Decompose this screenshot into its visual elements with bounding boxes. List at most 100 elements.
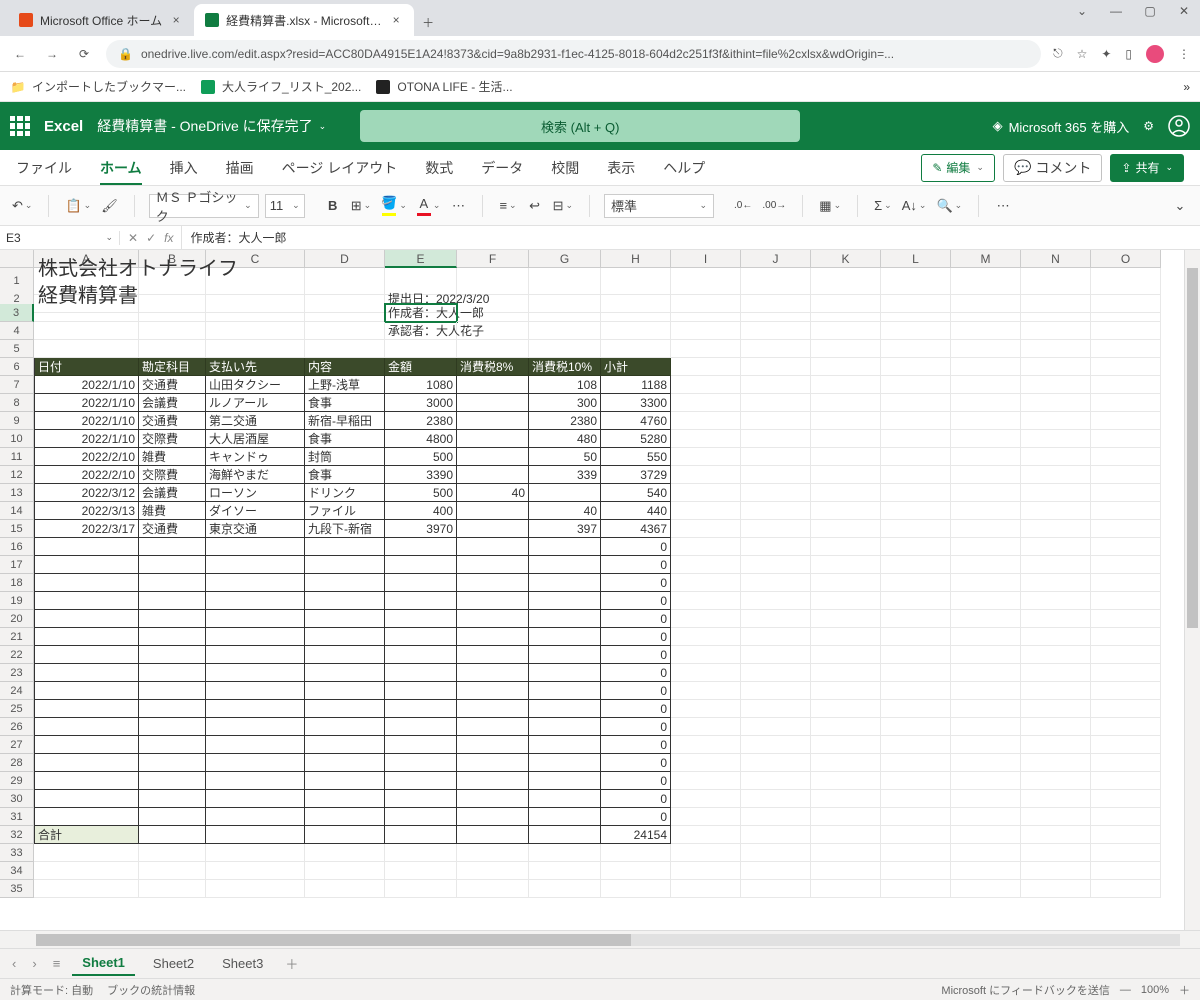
cell[interactable]: [457, 322, 529, 340]
table-cell[interactable]: [1021, 592, 1091, 610]
table-cell[interactable]: [206, 538, 305, 556]
table-cell[interactable]: [457, 826, 529, 844]
ribbon-tab-view[interactable]: 表示: [607, 150, 635, 185]
table-cell[interactable]: [457, 718, 529, 736]
table-cell[interactable]: [671, 574, 741, 592]
table-cell[interactable]: [811, 574, 881, 592]
table-cell[interactable]: [671, 628, 741, 646]
table-cell[interactable]: [385, 754, 457, 772]
table-header[interactable]: 内容: [305, 358, 385, 376]
table-cell[interactable]: [811, 664, 881, 682]
table-cell[interactable]: [529, 718, 601, 736]
table-cell[interactable]: 2022/1/10: [34, 376, 139, 394]
table-cell[interactable]: [811, 736, 881, 754]
cell[interactable]: [385, 880, 457, 898]
cell[interactable]: [671, 304, 741, 322]
table-cell[interactable]: [951, 466, 1021, 484]
table-cell[interactable]: [671, 736, 741, 754]
table-cell[interactable]: [529, 736, 601, 754]
sheet-tab[interactable]: Sheet1: [72, 951, 135, 976]
row-header[interactable]: 34: [0, 862, 34, 880]
table-cell[interactable]: [741, 484, 811, 502]
column-header[interactable]: N: [1021, 250, 1091, 268]
table-cell[interactable]: [529, 826, 601, 844]
column-header[interactable]: C: [206, 250, 305, 268]
table-cell[interactable]: 2022/3/12: [34, 484, 139, 502]
table-cell[interactable]: [1021, 412, 1091, 430]
table-cell[interactable]: [881, 808, 951, 826]
table-cell[interactable]: [881, 412, 951, 430]
table-cell[interactable]: [1021, 826, 1091, 844]
cell[interactable]: [741, 880, 811, 898]
table-cell[interactable]: [385, 538, 457, 556]
table-cell[interactable]: 0: [601, 736, 671, 754]
table-cell[interactable]: 食事: [305, 430, 385, 448]
bookmark-item[interactable]: OTONA LIFE - 生活...: [375, 78, 512, 95]
table-header[interactable]: [951, 358, 1021, 376]
table-cell[interactable]: [1091, 556, 1161, 574]
table-cell[interactable]: [305, 754, 385, 772]
decrease-decimal-button[interactable]: .0←: [732, 194, 754, 218]
table-cell[interactable]: [457, 376, 529, 394]
cell[interactable]: [671, 844, 741, 862]
table-cell[interactable]: [305, 682, 385, 700]
table-cell[interactable]: 0: [601, 808, 671, 826]
cell[interactable]: [601, 304, 671, 322]
table-cell[interactable]: [671, 682, 741, 700]
table-cell[interactable]: [741, 628, 811, 646]
table-cell[interactable]: [305, 592, 385, 610]
table-cell[interactable]: 0: [601, 646, 671, 664]
table-cell[interactable]: 上野-浅草: [305, 376, 385, 394]
cell[interactable]: [1091, 340, 1161, 358]
table-cell[interactable]: [951, 628, 1021, 646]
table-cell[interactable]: [671, 592, 741, 610]
table-cell[interactable]: [206, 682, 305, 700]
name-box[interactable]: E3⌄: [0, 231, 120, 245]
back-icon[interactable]: ←: [10, 47, 30, 61]
table-cell[interactable]: [741, 700, 811, 718]
table-cell[interactable]: [34, 610, 139, 628]
table-cell[interactable]: [811, 754, 881, 772]
undo-button[interactable]: ↶⌄: [10, 194, 34, 218]
table-cell[interactable]: 0: [601, 556, 671, 574]
column-header[interactable]: E: [385, 250, 457, 268]
bookmarks-overflow[interactable]: »: [1183, 80, 1190, 94]
table-cell[interactable]: [305, 808, 385, 826]
table-cell[interactable]: [1021, 682, 1091, 700]
premium-button[interactable]: ◈Microsoft 365 を購入: [993, 117, 1130, 136]
table-cell[interactable]: ファイル: [305, 502, 385, 520]
table-cell[interactable]: [457, 502, 529, 520]
table-cell[interactable]: [305, 736, 385, 754]
table-cell[interactable]: [811, 484, 881, 502]
table-cell[interactable]: [305, 646, 385, 664]
cell[interactable]: [529, 880, 601, 898]
table-header[interactable]: 小計: [601, 358, 671, 376]
cell[interactable]: [951, 304, 1021, 322]
confirm-icon[interactable]: ✓: [146, 231, 156, 245]
share-icon[interactable]: ⎋: [1053, 46, 1063, 61]
table-cell[interactable]: [811, 808, 881, 826]
sheet-tab[interactable]: Sheet3: [212, 952, 273, 975]
table-cell[interactable]: [206, 628, 305, 646]
table-cell[interactable]: [139, 646, 206, 664]
table-cell[interactable]: [1091, 610, 1161, 628]
table-cell[interactable]: [741, 394, 811, 412]
table-cell[interactable]: [951, 520, 1021, 538]
table-cell[interactable]: [34, 772, 139, 790]
table-cell[interactable]: [34, 790, 139, 808]
table-cell[interactable]: [34, 682, 139, 700]
table-cell[interactable]: [385, 736, 457, 754]
table-cell[interactable]: [1091, 628, 1161, 646]
table-cell[interactable]: 0: [601, 700, 671, 718]
table-cell[interactable]: [811, 700, 881, 718]
cell[interactable]: [1091, 862, 1161, 880]
table-cell[interactable]: 4760: [601, 412, 671, 430]
table-cell[interactable]: [811, 682, 881, 700]
table-cell[interactable]: [457, 538, 529, 556]
table-cell[interactable]: [139, 772, 206, 790]
table-cell[interactable]: 3970: [385, 520, 457, 538]
cell[interactable]: [881, 862, 951, 880]
table-cell[interactable]: [1021, 538, 1091, 556]
table-cell[interactable]: [741, 754, 811, 772]
table-cell[interactable]: [881, 790, 951, 808]
